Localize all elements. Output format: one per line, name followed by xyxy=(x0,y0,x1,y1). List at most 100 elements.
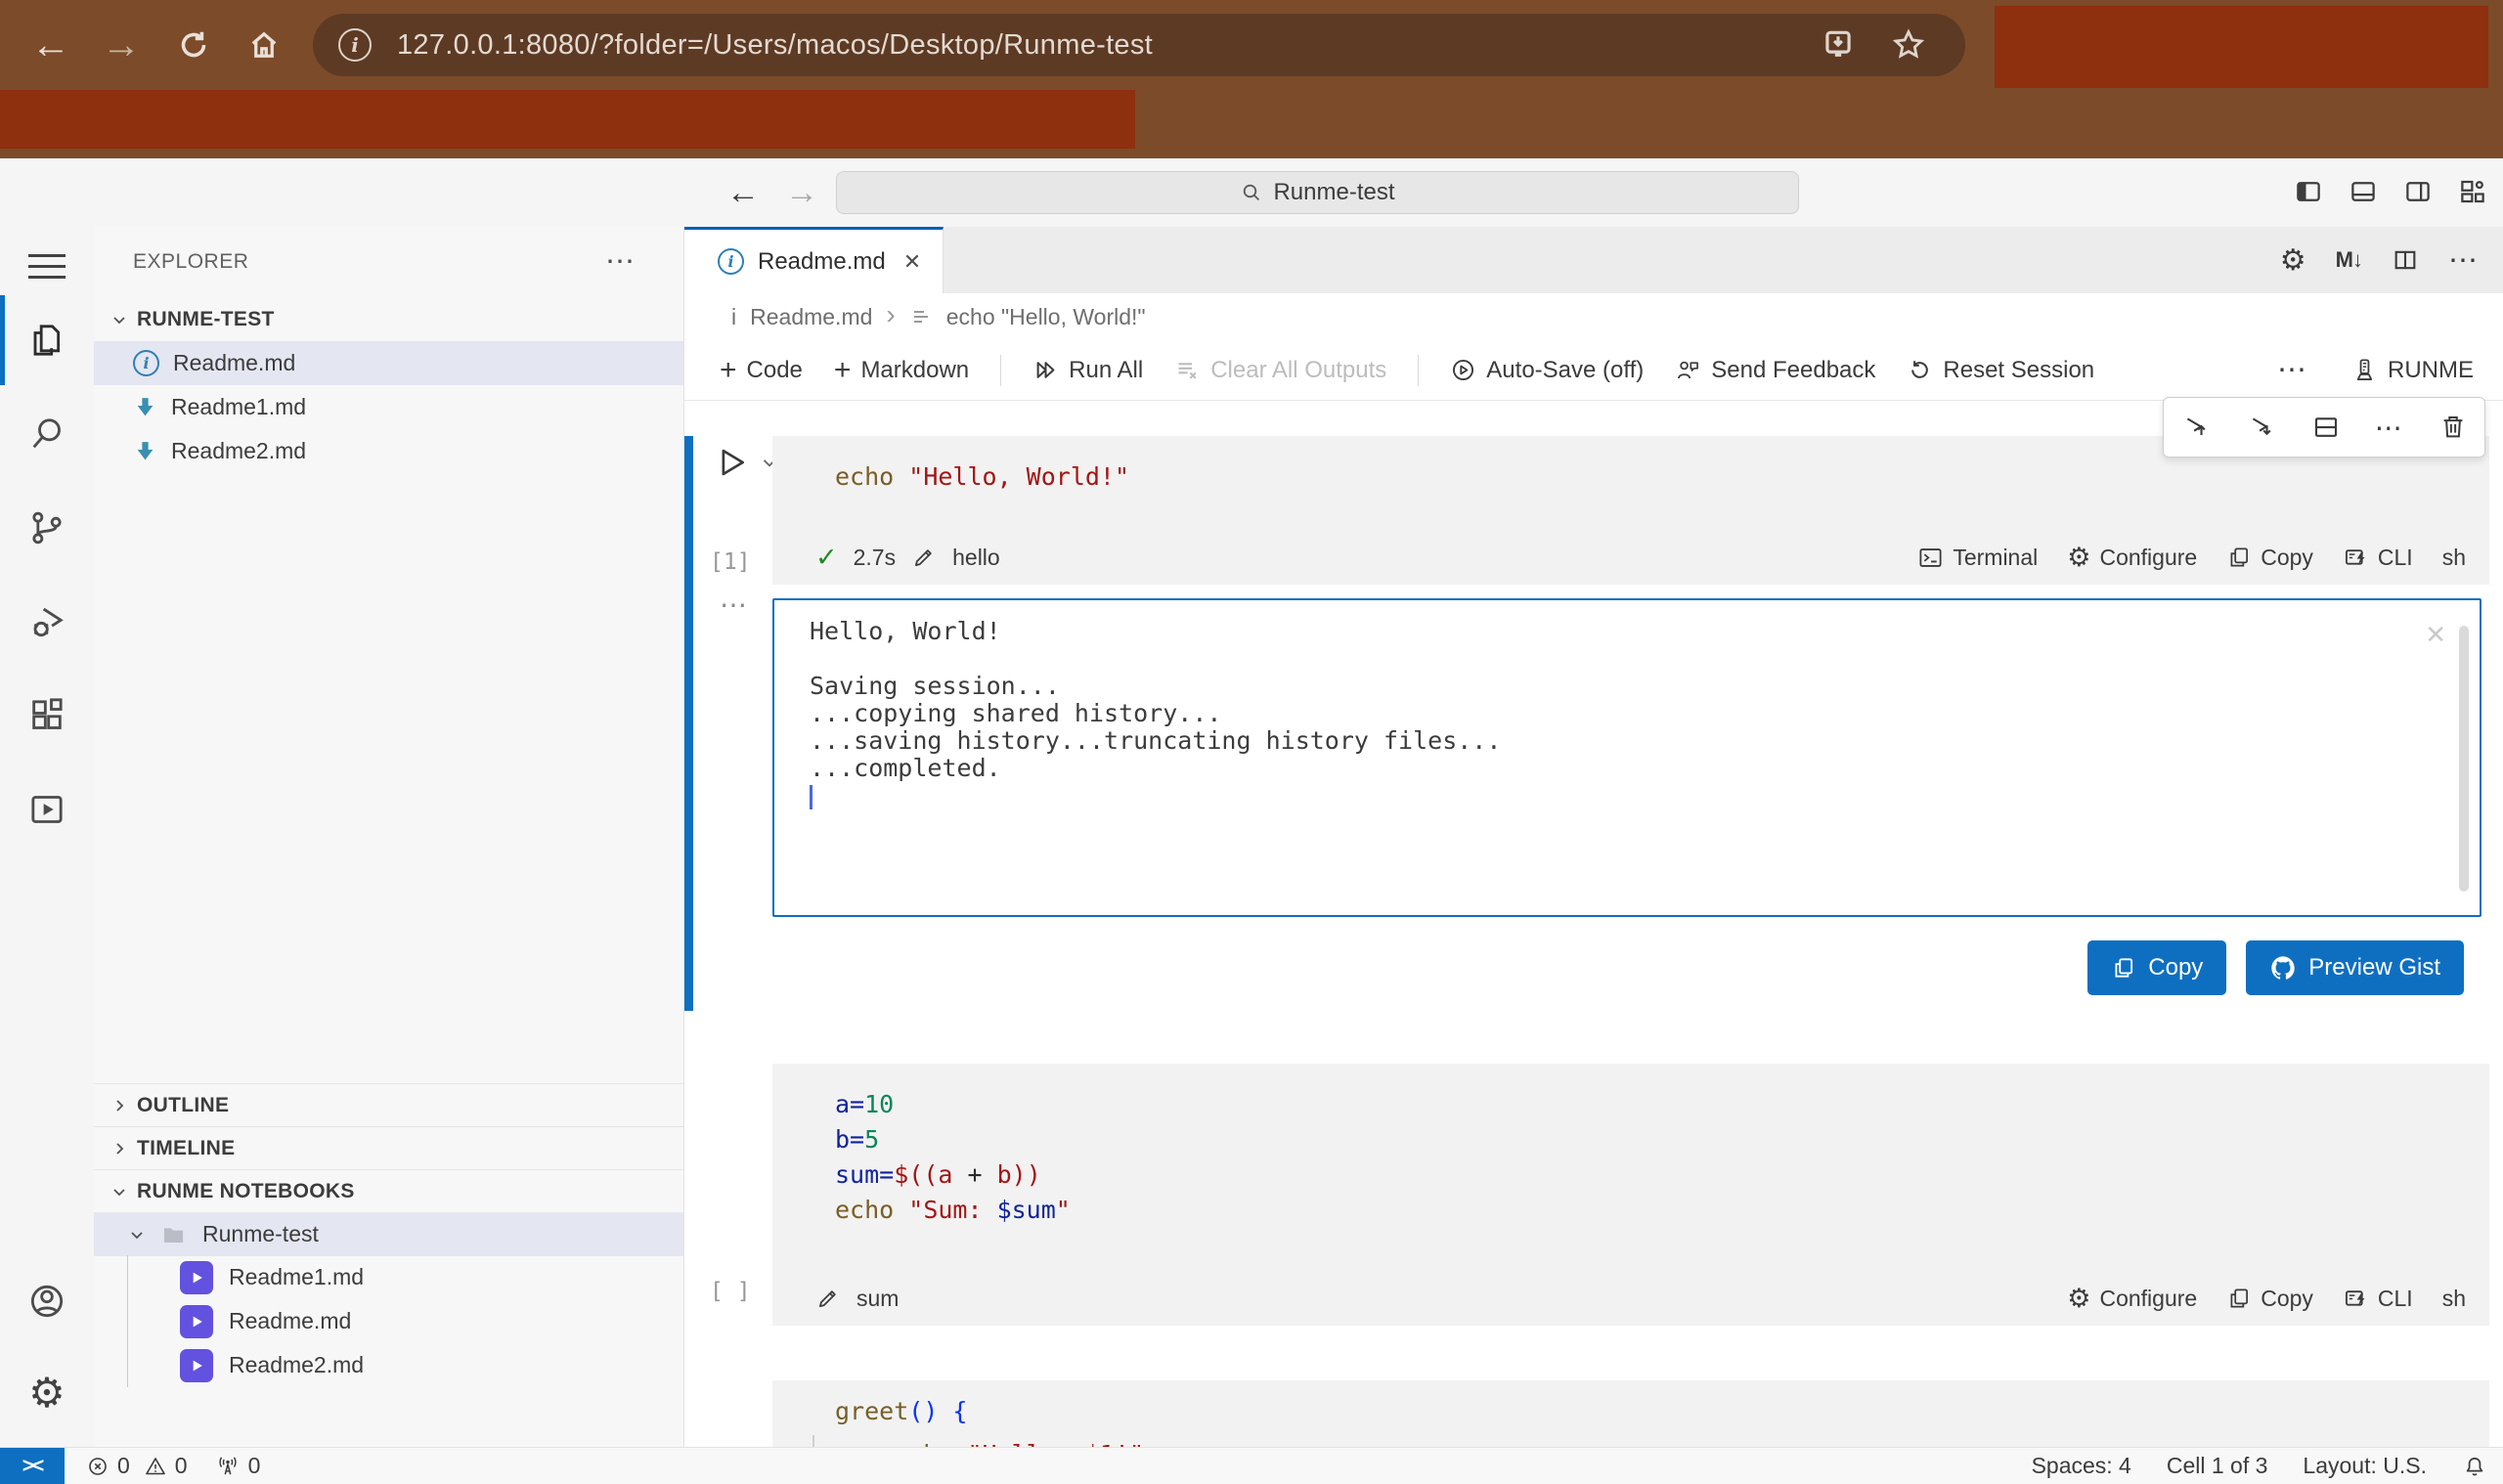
toggle-panel-icon[interactable] xyxy=(2347,175,2380,208)
command-center[interactable]: Runme-test xyxy=(836,171,1799,214)
customize-layout-icon[interactable] xyxy=(2456,175,2489,208)
history-back-icon[interactable]: ← xyxy=(722,173,765,212)
clear-all-outputs-button[interactable]: Clear All Outputs xyxy=(1174,357,1386,384)
explorer-more-actions-icon[interactable]: ⋯ xyxy=(605,244,637,279)
cell-more-actions-icon[interactable]: ⋯ xyxy=(2375,412,2404,444)
breadcrumb-file[interactable]: Readme.md xyxy=(750,304,872,330)
notebook-file-item[interactable]: Readme2.md xyxy=(94,1343,683,1387)
file-item[interactable]: i Readme2.md xyxy=(94,429,683,473)
tab-readme[interactable]: i Readme.md ✕ xyxy=(684,227,944,293)
timeline-section[interactable]: TIMELINE xyxy=(94,1126,683,1170)
notebook-folder-row[interactable]: Runme-test xyxy=(94,1212,683,1256)
tab-close-icon[interactable]: ✕ xyxy=(903,249,921,275)
cell-name[interactable]: sum xyxy=(856,1286,899,1312)
split-cell-icon[interactable] xyxy=(2311,413,2341,442)
code-cell-1[interactable]: echo "Hello, World!" ✓ 2.7s hello Termin… xyxy=(772,436,2489,585)
install-app-icon[interactable] xyxy=(1811,18,1866,72)
toggle-secondary-sidebar-icon[interactable] xyxy=(2401,175,2435,208)
notebook-file-item[interactable]: Readme.md xyxy=(94,1299,683,1343)
cell-output-terminal[interactable]: Hello, World! Saving session......copyin… xyxy=(772,598,2481,917)
configure-action[interactable]: ⚙ Configure xyxy=(2067,545,2197,571)
add-markdown-cell-button[interactable]: +Markdown xyxy=(834,354,969,387)
cell-language[interactable]: sh xyxy=(2442,1286,2466,1312)
cell-code[interactable]: greet() { echo "Hello, $1!" xyxy=(772,1380,2489,1447)
add-code-cell-button[interactable]: +Code xyxy=(720,354,803,387)
source-control-view-icon[interactable] xyxy=(25,506,68,549)
breadcrumb-symbol[interactable]: echo "Hello, World!" xyxy=(946,304,1146,330)
cli-icon xyxy=(2343,1286,2369,1312)
copy-action[interactable]: Copy xyxy=(2226,545,2313,571)
output-scrollbar[interactable] xyxy=(2459,626,2469,892)
run-cell-button[interactable] xyxy=(708,440,753,485)
extensions-view-icon[interactable] xyxy=(25,694,68,737)
more-actions-icon[interactable]: ⋯ xyxy=(2448,243,2480,278)
indentation-status[interactable]: Spaces: 4 xyxy=(2032,1453,2131,1479)
copy-icon xyxy=(2226,1286,2252,1311)
outline-section[interactable]: OUTLINE xyxy=(94,1083,683,1127)
ports-indicator[interactable]: 0 xyxy=(215,1453,267,1479)
problems-indicator[interactable]: 0 0 xyxy=(86,1453,194,1479)
keyboard-layout-status[interactable]: Layout: U.S. xyxy=(2303,1453,2427,1479)
cli-action[interactable]: CLI xyxy=(2343,545,2413,571)
history-forward-icon[interactable]: → xyxy=(780,173,823,212)
workspace-name: RUNME-TEST xyxy=(137,308,275,331)
preview-gist-button[interactable]: Preview Gist xyxy=(2246,940,2464,995)
run-all-button[interactable]: Run All xyxy=(1032,357,1143,384)
split-editor-icon[interactable] xyxy=(2392,246,2419,274)
workspace-section-header[interactable]: RUNME-TEST xyxy=(94,297,683,341)
toolbar-more-actions-icon[interactable]: ⋯ xyxy=(2277,353,2308,387)
account-icon[interactable] xyxy=(25,1280,68,1323)
remote-indicator[interactable]: >< xyxy=(0,1448,65,1484)
markdown-preview-icon[interactable]: M↓ xyxy=(2336,247,2362,273)
notebook-canvas: echo "Hello, World!" ✓ 2.7s hello Termin… xyxy=(684,401,2503,1447)
copy-action[interactable]: Copy xyxy=(2226,1286,2313,1312)
code-cell-3[interactable]: greet() { echo "Hello, $1!" xyxy=(772,1380,2489,1447)
explorer-view-icon[interactable] xyxy=(25,319,68,362)
execute-below-icon[interactable] xyxy=(2246,412,2277,443)
browser-home-icon[interactable] xyxy=(237,18,291,72)
code-cell-2[interactable]: a=10b=5sum=$((a + b))echo "Sum: $sum" su… xyxy=(772,1064,2489,1326)
browser-back-icon[interactable]: ← xyxy=(23,18,78,72)
copy-output-button[interactable]: Copy xyxy=(2087,940,2226,995)
bookmark-star-icon[interactable] xyxy=(1881,18,1936,72)
cell-code[interactable]: a=10b=5sum=$((a + b))echo "Sum: $sum" xyxy=(772,1064,2489,1228)
output-close-icon[interactable]: ✕ xyxy=(2425,620,2446,650)
output-line: ...completed. xyxy=(810,755,2421,782)
browser-forward-icon[interactable]: → xyxy=(94,18,149,72)
url-text: 127.0.0.1:8080/?folder=/Users/macos/Desk… xyxy=(397,29,1153,62)
browser-reload-icon[interactable] xyxy=(166,18,221,72)
runme-notebooks-label: RUNME NOTEBOOKS xyxy=(137,1180,355,1203)
info-icon: i xyxy=(731,304,736,330)
url-bar[interactable]: i 127.0.0.1:8080/?folder=/Users/macos/De… xyxy=(313,14,1965,76)
delete-cell-icon[interactable] xyxy=(2438,413,2468,442)
autosave-toggle[interactable]: Auto-Save (off) xyxy=(1450,357,1644,384)
cell-position-status[interactable]: Cell 1 of 3 xyxy=(2167,1453,2268,1479)
site-info-icon[interactable]: i xyxy=(338,28,372,62)
output-collapse-icon[interactable]: ⋯ xyxy=(720,589,748,621)
toggle-sidebar-icon[interactable] xyxy=(2292,175,2325,208)
reset-session-button[interactable]: Reset Session xyxy=(1907,357,2094,384)
notebook-settings-gear-icon[interactable]: ⚙ xyxy=(2280,243,2306,278)
kernel-selector[interactable]: RUNME xyxy=(2351,357,2474,384)
file-item[interactable]: i Readme.md xyxy=(94,341,683,385)
file-item[interactable]: i Readme1.md xyxy=(94,385,683,429)
runme-view-icon[interactable] xyxy=(25,788,68,831)
cli-action[interactable]: CLI xyxy=(2343,1286,2413,1312)
screen: ← → i 127.0.0.1:8080/?folder=/Users/maco… xyxy=(0,0,2503,1484)
cell-language[interactable]: sh xyxy=(2442,545,2466,571)
gist-actions: Copy Preview Gist xyxy=(2087,940,2464,995)
notebook-file-item[interactable]: Readme1.md xyxy=(94,1255,683,1299)
github-icon xyxy=(2269,954,2297,982)
execute-above-icon[interactable] xyxy=(2180,412,2212,443)
run-debug-view-icon[interactable] xyxy=(25,600,68,643)
send-feedback-button[interactable]: Send Feedback xyxy=(1675,357,1875,384)
runme-notebooks-section[interactable]: RUNME NOTEBOOKS xyxy=(94,1169,683,1213)
configure-action[interactable]: ⚙ Configure xyxy=(2067,1286,2197,1312)
cell-name[interactable]: hello xyxy=(952,545,1000,571)
settings-gear-icon[interactable]: ⚙ xyxy=(25,1372,68,1415)
terminal-action[interactable]: Terminal xyxy=(1917,545,2038,571)
menu-icon[interactable] xyxy=(28,246,66,286)
notifications-bell-icon[interactable] xyxy=(2462,1454,2487,1479)
editor-area: i Readme.md ✕ ⚙ M↓ ⋯ i Readme.md › echo … xyxy=(684,227,2503,1447)
search-view-icon[interactable] xyxy=(25,413,68,456)
